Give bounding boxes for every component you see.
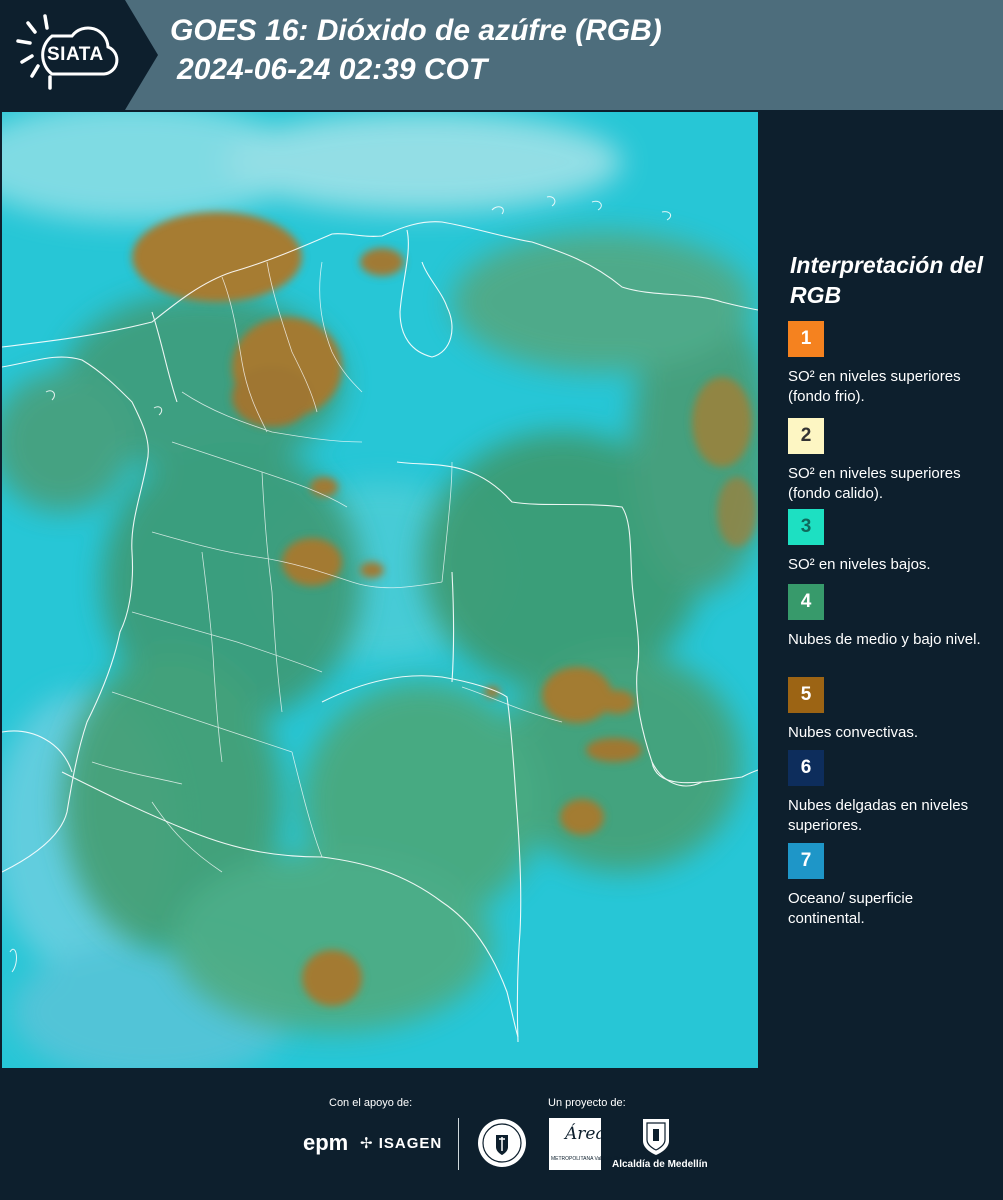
legend-label-6: Nubes delgadas en niveles superiores. <box>788 797 969 834</box>
legend-swatch-3: 3 <box>788 509 824 545</box>
legend-swatch-7: 7 <box>788 843 824 879</box>
legend-label-5: Nubes convectivas. <box>788 724 919 741</box>
alcaldia-shield-icon[interactable] <box>641 1117 671 1157</box>
medellin-seal-icon[interactable] <box>476 1117 528 1169</box>
isagen-mark-icon: ✢ <box>360 1135 374 1152</box>
legend-item-7: 7 Oceano/ superficie continental. <box>788 843 993 929</box>
epm-logo[interactable]: epm <box>303 1130 348 1156</box>
legend-swatch-4: 4 <box>788 584 824 620</box>
legend-label-1: SO² en niveles superiores (fondo frio). <box>788 368 961 405</box>
footer-bar: Con el apoyo de: Un proyecto de: epm ✢ I… <box>0 1070 1003 1200</box>
footer-divider <box>458 1118 459 1170</box>
siata-logo[interactable]: SIATA <box>0 0 158 110</box>
satellite-map-frame <box>0 110 760 1070</box>
legend-swatch-2: 2 <box>788 418 824 454</box>
area-metropolitana-name: Área <box>565 1124 606 1144</box>
legend-label-2: SO² en niveles superiores (fondo calido)… <box>788 465 961 502</box>
satellite-map[interactable] <box>2 112 758 1068</box>
legend-label-7: Oceano/ superficie continental. <box>788 890 914 927</box>
alcaldia-name: Alcaldía de Medellín <box>612 1159 708 1170</box>
legend-item-1: 1 SO² en niveles superiores (fondo frio)… <box>788 321 993 407</box>
legend-title: Interpretación del RGB <box>790 252 983 308</box>
isagen-logo[interactable]: ✢ ISAGEN <box>360 1134 442 1152</box>
support-caption: Con el apoyo de: <box>329 1097 413 1109</box>
legend-item-3: 3 SO² en niveles bajos. <box>788 509 993 575</box>
legend-item-5: 5 Nubes convectivas. <box>788 677 993 743</box>
isagen-logo-text: ISAGEN <box>378 1135 443 1152</box>
page-title: GOES 16: Dióxido de azúfre (RGB) <box>170 14 662 47</box>
header-bar: SIATA GOES 16: Dióxido de azúfre (RGB) 2… <box>0 0 1003 110</box>
legend-item-6: 6 Nubes delgadas en niveles superiores. <box>788 750 993 836</box>
legend-swatch-5: 5 <box>788 677 824 713</box>
legend-swatch-6: 6 <box>788 750 824 786</box>
legend-item-2: 2 SO² en niveles superiores (fondo calid… <box>788 418 993 504</box>
legend-item-4: 4 Nubes de medio y bajo nivel. <box>788 584 993 650</box>
timestamp: 2024-06-24 02:39 COT <box>177 53 488 86</box>
project-caption: Un proyecto de: <box>548 1097 626 1109</box>
legend-label-3: SO² en niveles bajos. <box>788 556 931 573</box>
siata-logo-text: SIATA <box>47 44 104 65</box>
legend-swatch-1: 1 <box>788 321 824 357</box>
legend-label-4: Nubes de medio y bajo nivel. <box>788 631 981 648</box>
legend-panel: Interpretación del RGB 1 SO² en niveles … <box>768 110 1003 1070</box>
